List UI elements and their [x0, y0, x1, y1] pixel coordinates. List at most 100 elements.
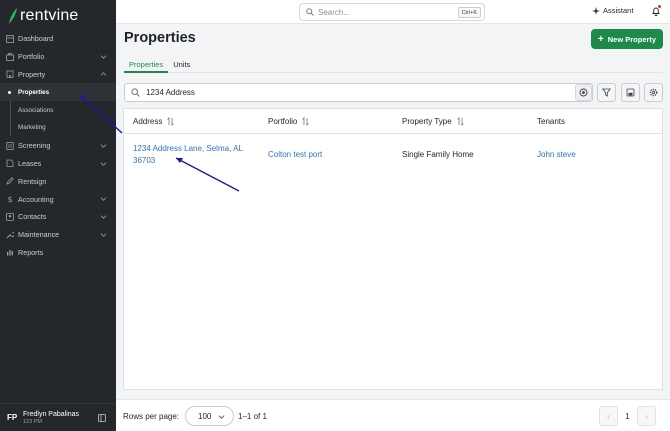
- column-header-portfolio[interactable]: Portfolio: [268, 117, 310, 126]
- pagination-bar: Rows per page: 100 1–1 of 1 ‹ 1 ›: [116, 399, 670, 431]
- settings-button[interactable]: [644, 83, 663, 102]
- sidebar-item-reports[interactable]: Reports: [0, 244, 116, 262]
- tab-units[interactable]: Units: [168, 58, 195, 73]
- chevron-down-icon: [100, 144, 107, 148]
- screening-icon: [6, 141, 14, 150]
- global-search-input[interactable]: Search... Ctrl+K: [299, 3, 485, 21]
- column-header-tenants: Tenants: [537, 117, 566, 126]
- sidebar-item-label: Dashboard: [18, 34, 54, 44]
- column-header-property-type[interactable]: Property Type: [402, 117, 464, 126]
- notification-dot: [658, 5, 661, 8]
- sidebar-item-contacts[interactable]: Contacts: [0, 208, 116, 226]
- assistant-label: Assistant: [603, 6, 634, 15]
- assistant-button[interactable]: Assistant: [592, 6, 633, 15]
- rows-per-page-select[interactable]: 100: [185, 406, 234, 426]
- sidebar-item-label: Screening: [18, 141, 51, 151]
- sidebar-item-dashboard[interactable]: Dashboard: [0, 30, 116, 48]
- chevron-down-icon: [218, 415, 225, 419]
- chevron-up-icon: [100, 71, 107, 76]
- address-link[interactable]: 1234 Address Lane, Selma, AL 36703: [133, 143, 243, 166]
- tab-properties[interactable]: Properties: [124, 58, 169, 73]
- filter-button[interactable]: [597, 83, 616, 102]
- plus-icon: +: [597, 33, 604, 45]
- contacts-icon: [6, 212, 14, 221]
- sidebar-item-accounting[interactable]: $ Accounting: [0, 190, 116, 208]
- leases-icon: [6, 159, 14, 168]
- page-title: Properties: [124, 30, 196, 46]
- sidebar-item-label: Accounting: [18, 194, 54, 204]
- sidebar-item-label: Rentsign: [18, 176, 47, 186]
- building-icon: [6, 70, 14, 79]
- previous-page-button[interactable]: ‹: [599, 406, 618, 426]
- sidebar-item-label: Contacts: [18, 212, 47, 222]
- tenant-link[interactable]: John steve: [537, 149, 576, 161]
- properties-table: Address Portfolio Property Type Tenants …: [123, 108, 663, 390]
- avatar: FP: [7, 413, 18, 422]
- sidebar: rentvine Dashboard Portfolio Property Pr…: [0, 0, 116, 431]
- user-profile[interactable]: FP Fredlyn Pabalinas 123 PM: [0, 403, 116, 431]
- sidebar-item-label: Leases: [18, 158, 42, 168]
- pagination-range: 1–1 of 1: [238, 412, 267, 421]
- sidebar-subitem-marketing[interactable]: Marketing: [0, 119, 116, 137]
- sidebar-item-leases[interactable]: Leases: [0, 155, 116, 173]
- briefcase-icon: [6, 52, 14, 61]
- chevron-down-icon: [100, 233, 107, 237]
- search-icon: [131, 88, 140, 97]
- sidebar-item-label: Maintenance: [18, 230, 60, 240]
- property-search-input[interactable]: 1234 Address: [124, 83, 593, 102]
- save-icon: [626, 88, 635, 97]
- tab-bar: Properties Units: [124, 58, 663, 73]
- collapse-sidebar-icon[interactable]: [98, 414, 106, 422]
- chevron-down-icon: [100, 55, 107, 59]
- dollar-icon: $: [6, 195, 14, 203]
- pen-icon: [6, 177, 14, 185]
- sidebar-item-property[interactable]: Property: [0, 66, 116, 84]
- sidebar-item-rentsign[interactable]: Rentsign: [0, 172, 116, 190]
- column-header-address[interactable]: Address: [133, 117, 175, 126]
- save-view-button[interactable]: [621, 83, 640, 102]
- sidebar-item-label: Property: [18, 69, 46, 79]
- user-company: 123 PM: [23, 418, 42, 425]
- wrench-icon: [6, 231, 14, 239]
- new-property-button[interactable]: + New Property: [591, 29, 663, 49]
- sidebar-nav: Dashboard Portfolio Property Properties …: [0, 30, 116, 261]
- sort-icon: [302, 117, 310, 126]
- chart-icon: [6, 248, 14, 256]
- logo-text: rentvine: [20, 7, 79, 24]
- sort-icon: [456, 117, 464, 126]
- sidebar-item-portfolio[interactable]: Portfolio: [0, 48, 116, 66]
- clear-search-button[interactable]: [575, 84, 592, 101]
- top-bar: Search... Ctrl+K Assistant: [116, 0, 670, 24]
- property-submenu: Properties Associations Marketing: [0, 83, 116, 137]
- filter-icon: [602, 88, 611, 97]
- sidebar-item-screening[interactable]: Screening: [0, 137, 116, 155]
- chevron-down-icon: [100, 197, 107, 202]
- leaf-logo-icon: [9, 8, 17, 24]
- sort-icon: [167, 117, 175, 126]
- search-shortcut-badge: Ctrl+K: [457, 7, 481, 18]
- target-icon: [579, 88, 588, 97]
- chevron-down-icon: [100, 215, 107, 219]
- portfolio-link[interactable]: Colton test port: [268, 149, 322, 161]
- property-search-value: 1234 Address: [146, 88, 195, 97]
- gear-icon: [649, 88, 658, 97]
- new-property-label: New Property: [607, 34, 657, 44]
- sparkle-icon: [592, 6, 600, 15]
- sidebar-item-label: Reports: [18, 247, 44, 257]
- search-icon: [306, 8, 314, 16]
- svg-text:$: $: [8, 195, 13, 203]
- sidebar-subitem-properties[interactable]: Properties: [0, 83, 116, 102]
- sidebar-item-label: Portfolio: [18, 52, 45, 62]
- sidebar-item-maintenance[interactable]: Maintenance: [0, 226, 116, 244]
- page-number-button[interactable]: 1: [618, 406, 637, 426]
- user-name: Fredlyn Pabalinas: [23, 410, 80, 418]
- table-header: Address Portfolio Property Type Tenants: [124, 109, 662, 134]
- next-page-button[interactable]: ›: [637, 406, 656, 426]
- chevron-right-icon: ›: [645, 411, 648, 421]
- property-type-cell: Single Family Home: [402, 150, 474, 159]
- sidebar-subitem-associations[interactable]: Associations: [0, 101, 116, 119]
- dashboard-icon: [6, 34, 14, 43]
- rentvine-logo[interactable]: rentvine: [8, 6, 79, 26]
- search-placeholder: Search...: [318, 7, 351, 17]
- rows-per-page-label: Rows per page:: [123, 412, 180, 421]
